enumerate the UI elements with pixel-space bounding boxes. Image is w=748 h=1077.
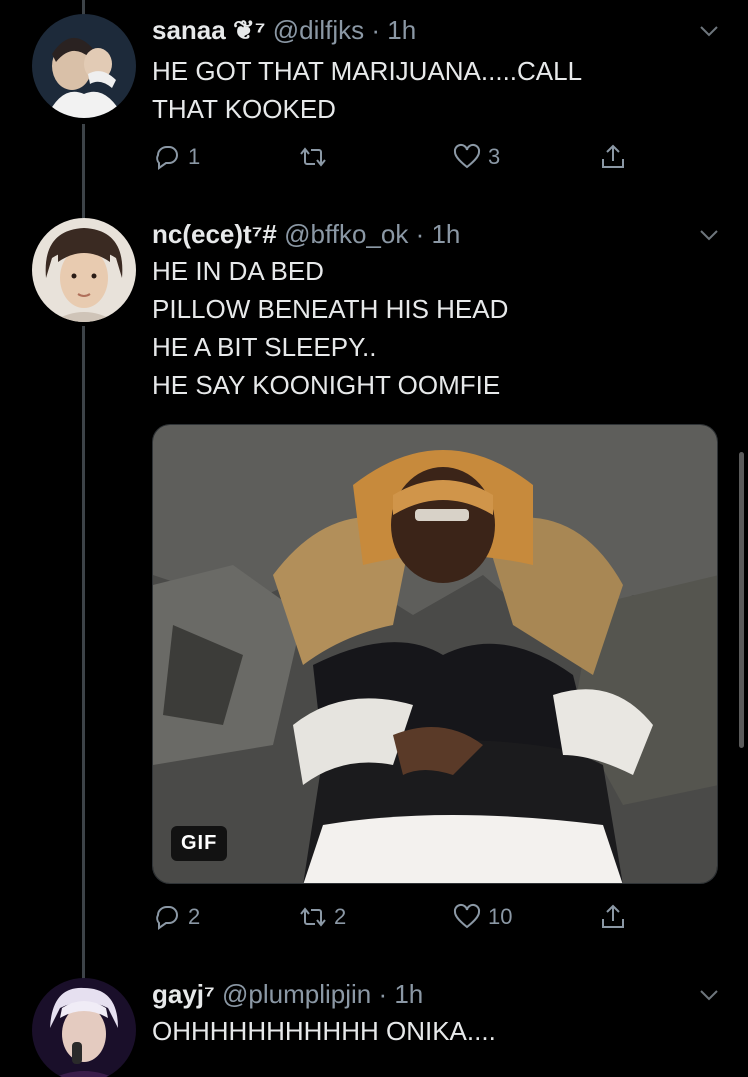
reply-icon: [156, 906, 178, 930]
display-name[interactable]: gayj⁷: [152, 979, 215, 1009]
heart-icon: [453, 143, 481, 169]
share-icon: [602, 904, 624, 928]
gif-media[interactable]: GIF: [152, 424, 718, 884]
display-name[interactable]: nc(ece)t⁷#: [152, 219, 277, 249]
timestamp[interactable]: · 1h: [371, 15, 416, 45]
reply-button[interactable]: 1: [152, 140, 200, 174]
handle[interactable]: @dilfjks: [273, 15, 364, 45]
handle[interactable]: @plumplipjin: [222, 979, 371, 1009]
retweet-icon: [300, 907, 326, 927]
reply-icon: [156, 146, 178, 170]
tweet-header: nc(ece)t⁷# @bffko_ok · 1h: [152, 218, 460, 250]
tweet-header: sanaa ❦⁷ @dilfjks · 1h: [152, 14, 416, 46]
gif-frame: [153, 425, 717, 883]
tweet-3[interactable]: gayj⁷ @plumplipjin · 1h OHHHHHHHHHHH ONI…: [0, 978, 748, 1077]
timestamp[interactable]: · 1h: [416, 219, 461, 249]
like-button[interactable]: 10: [452, 900, 512, 934]
chevron-down-icon[interactable]: [698, 20, 720, 42]
tweet-text: OHHHHHHHHHHH ONIKA....: [152, 1016, 496, 1046]
avatar[interactable]: [32, 978, 136, 1077]
avatar[interactable]: [32, 218, 136, 322]
reply-button[interactable]: 2: [152, 900, 200, 934]
display-name[interactable]: sanaa: [152, 15, 226, 45]
share-button[interactable]: [598, 140, 628, 174]
like-button[interactable]: 3: [452, 140, 500, 174]
gif-badge: GIF: [171, 826, 228, 861]
share-icon: [602, 144, 624, 168]
tweet-header: gayj⁷ @plumplipjin · 1h: [152, 978, 423, 1010]
retweet-count: 2: [334, 904, 347, 929]
retweet-button[interactable]: 2: [298, 900, 346, 934]
like-count: 3: [488, 144, 501, 169]
reply-count: 1: [188, 144, 201, 169]
share-button[interactable]: [598, 900, 628, 934]
tweet-actions: 2 2 10: [152, 900, 652, 934]
heart-icon: [453, 903, 481, 929]
handle[interactable]: @bffko_ok: [284, 219, 408, 249]
tweet-1[interactable]: sanaa ❦⁷ @dilfjks · 1h HE GOT THAT MARIJ…: [0, 0, 748, 200]
retweet-button[interactable]: [298, 140, 334, 174]
name-suffix: ❦⁷: [232, 15, 266, 45]
timestamp[interactable]: · 1h: [378, 979, 423, 1009]
chevron-down-icon[interactable]: [698, 984, 720, 1006]
avatar[interactable]: [32, 14, 136, 118]
reply-count: 2: [188, 904, 201, 929]
tweet-text: HE IN DA BED PILLOW BENEATH HIS HEAD HE …: [152, 256, 509, 400]
scrollbar[interactable]: [739, 452, 744, 748]
retweet-icon: [300, 147, 326, 167]
tweet-actions: 1 3: [152, 140, 652, 174]
like-count: 10: [488, 904, 513, 929]
chevron-down-icon[interactable]: [698, 224, 720, 246]
tweet-text: HE GOT THAT MARIJUANA.....CALL THAT KOOK…: [152, 56, 583, 124]
